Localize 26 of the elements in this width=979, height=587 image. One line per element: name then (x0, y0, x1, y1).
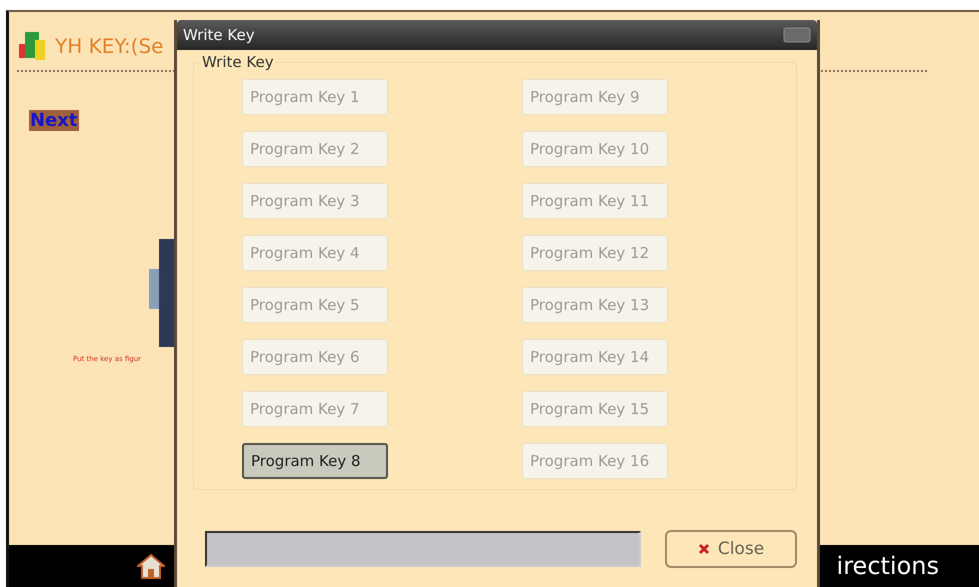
app-title: YH KEY:(Se (55, 34, 164, 58)
program-key-button[interactable]: Program Key 11 (522, 183, 668, 219)
next-link[interactable]: Next (29, 110, 78, 131)
program-key-button[interactable]: Program Key 5 (242, 287, 388, 323)
taskbar-label[interactable]: irections (836, 552, 939, 580)
program-key-button[interactable]: Program Key 8 (242, 443, 388, 479)
program-key-button[interactable]: Program Key 4 (242, 235, 388, 271)
program-key-button[interactable]: Program Key 10 (522, 131, 668, 167)
program-key-button[interactable]: Program Key 3 (242, 183, 388, 219)
group-label: Write Key (200, 53, 276, 71)
program-key-button[interactable]: Program Key 15 (522, 391, 668, 427)
home-icon[interactable] (137, 553, 165, 579)
program-key-button[interactable]: Program Key 2 (242, 131, 388, 167)
program-key-button[interactable]: Program Key 7 (242, 391, 388, 427)
close-icon (698, 543, 710, 555)
window-button-icon[interactable] (783, 27, 811, 43)
program-key-button[interactable]: Program Key 9 (522, 79, 668, 115)
logo-icon (17, 30, 47, 62)
program-key-button[interactable]: Program Key 6 (242, 339, 388, 375)
dialog-title: Write Key (183, 26, 256, 44)
program-key-button[interactable]: Program Key 1 (242, 79, 388, 115)
program-key-button[interactable]: Program Key 14 (522, 339, 668, 375)
program-key-button[interactable]: Program Key 16 (522, 443, 668, 479)
close-button[interactable]: Close (665, 530, 797, 568)
program-key-button[interactable]: Program Key 12 (522, 235, 668, 271)
program-key-button[interactable]: Program Key 13 (522, 287, 668, 323)
